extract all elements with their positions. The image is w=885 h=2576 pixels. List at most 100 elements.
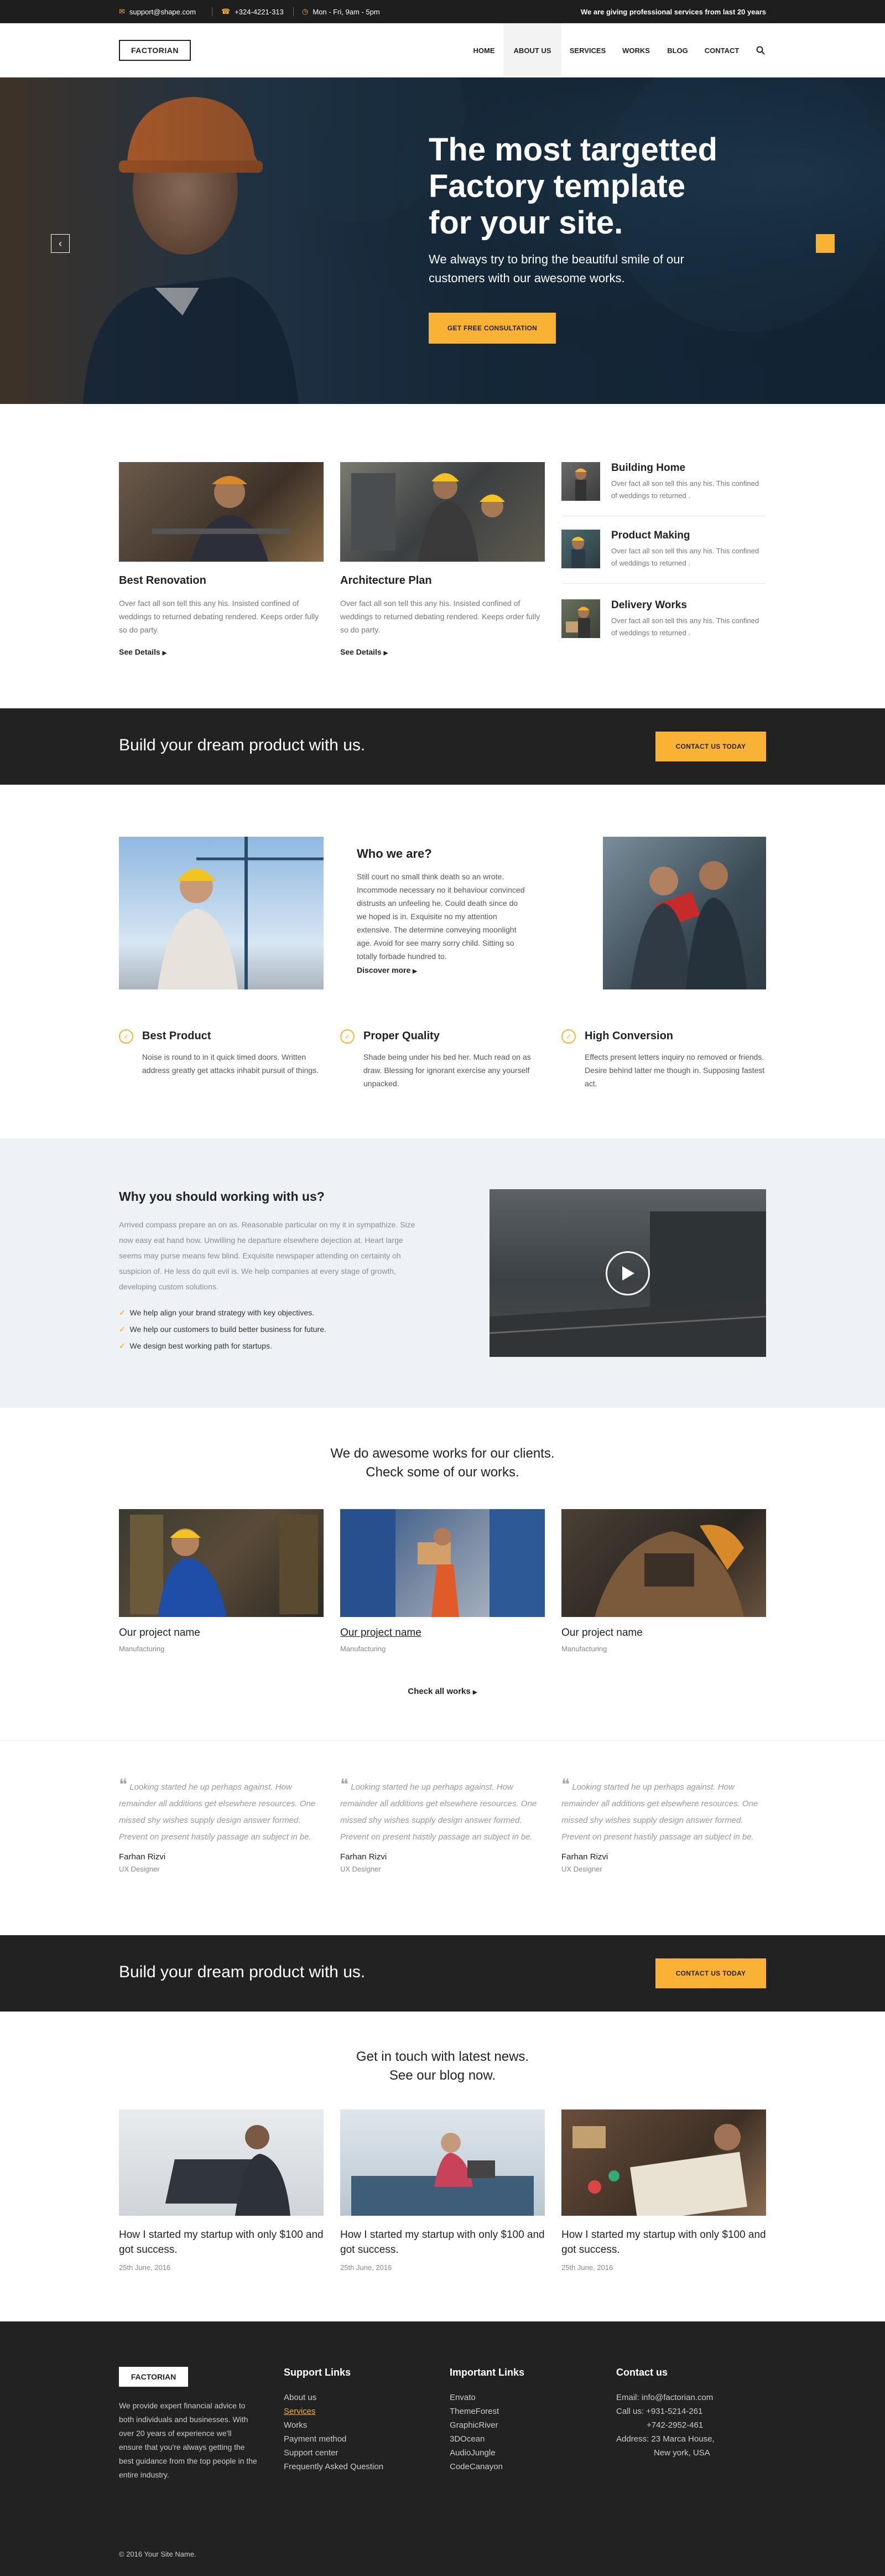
hero-title: The most targetted Factory template for … <box>429 132 761 241</box>
topbar-phone-text: +324-4221-313 <box>235 7 284 16</box>
quote-icon: ❝ <box>340 1776 349 1793</box>
hero-title-line: Factory template <box>429 168 686 204</box>
bullet-text: We help our customers to build better bu… <box>129 1325 326 1334</box>
testimonial-name: Farhan Rizvi <box>119 1852 166 1862</box>
contact-info: Email: info@factorian.com Call us: +931-… <box>616 2391 715 2460</box>
service-text: Over fact all son tell this any his. Ins… <box>340 599 540 634</box>
feature-text: Noise is round to in it quick timed door… <box>142 1053 319 1075</box>
footer-link[interactable]: CodeCanayon <box>450 2460 503 2474</box>
project-image[interactable] <box>561 1509 766 1617</box>
architecture-image <box>340 462 545 562</box>
contact-email[interactable]: Email: info@factorian.com <box>616 2391 715 2404</box>
topbar-phone[interactable]: ☎ +324-4221-313 <box>221 0 284 23</box>
contact-phone[interactable]: Call us: +931-5214-261 <box>616 2404 715 2418</box>
contact-phone[interactable]: +742-2952-461 <box>616 2418 715 2432</box>
topbar-email-text: support@shape.com <box>129 7 196 16</box>
support-links: About us Services Works Payment method S… <box>284 2391 383 2474</box>
feature-title: Best Product <box>142 1030 211 1042</box>
footer-link[interactable]: Envato <box>450 2391 503 2404</box>
nav-blog[interactable]: BLOG <box>658 23 697 77</box>
topbar-email[interactable]: ✉ support@shape.com <box>119 0 196 23</box>
who-we-are-title: Who we are? <box>357 847 432 861</box>
project-category: Manufacturing <box>340 1645 386 1653</box>
nav-services[interactable]: SERVICES <box>561 23 614 77</box>
video-thumbnail[interactable] <box>490 1189 766 1357</box>
blog-post-title[interactable]: How I started my startup with only $100 … <box>561 2227 766 2257</box>
caret-right-icon: ▶ <box>162 650 167 656</box>
list-item-text: Over fact all son tell this any his. Thi… <box>611 616 759 637</box>
nav-contact[interactable]: CONTACT <box>697 23 747 77</box>
project-image[interactable] <box>340 1509 545 1617</box>
footer-link[interactable]: ThemeForest <box>450 2404 503 2418</box>
check-all-works-label: Check all works <box>408 1687 471 1696</box>
feature-title: Proper Quality <box>363 1030 440 1042</box>
see-details-link[interactable]: See Details ▶ <box>340 647 388 656</box>
list-item-title[interactable]: Building Home <box>611 462 685 474</box>
bullet-text: We design best working path for startups… <box>129 1341 272 1350</box>
play-icon[interactable] <box>606 1251 650 1295</box>
prev-slide-button[interactable]: ‹ <box>51 234 70 253</box>
see-details-link[interactable]: See Details ▶ <box>119 647 166 656</box>
footer-column-title: Contact us <box>616 2367 668 2378</box>
footer-logo[interactable]: FACTORIAN <box>119 2367 188 2387</box>
project-name[interactable]: Our project name <box>119 1627 200 1639</box>
list-item: ✓ We help our customers to build better … <box>119 1321 326 1338</box>
caret-right-icon: ▶ <box>472 1689 477 1696</box>
list-item: ✓ We help align your brand strategy with… <box>119 1304 326 1321</box>
feature-title: High Conversion <box>585 1030 674 1042</box>
chevron-left-icon: ‹ <box>59 237 62 249</box>
nav-home[interactable]: HOME <box>465 23 503 77</box>
blog-post-image[interactable] <box>119 2109 324 2216</box>
testimonial-name: Farhan Rizvi <box>340 1852 387 1862</box>
check-icon: ✓ <box>119 1308 126 1317</box>
envelope-icon: ✉ <box>119 7 125 15</box>
blog-post-date: 25th June, 2016 <box>340 2263 392 2272</box>
blog-post-title[interactable]: How I started my startup with only $100 … <box>340 2227 545 2257</box>
contact-us-button[interactable]: CONTACT US TODAY <box>655 732 766 761</box>
why-text: Arrived compass prepare an on as. Reason… <box>119 1220 415 1291</box>
footer-link[interactable]: GraphicRiver <box>450 2418 503 2432</box>
free-consultation-button[interactable]: GET FREE CONSULTATION <box>429 313 556 344</box>
see-details-label: See Details <box>340 647 382 656</box>
list-item-title[interactable]: Product Making <box>611 530 690 542</box>
discover-more-link[interactable]: Discover more ▶ <box>357 966 417 975</box>
footer-link[interactable]: Payment method <box>284 2432 383 2446</box>
contact-us-button[interactable]: CONTACT US TODAY <box>655 1958 766 1988</box>
nav-about-us[interactable]: ABOUT US <box>503 23 561 77</box>
blog-post-date: 25th June, 2016 <box>561 2263 613 2272</box>
testimonial: ❝ Looking started he up perhaps against.… <box>561 1776 766 1874</box>
blog-post-image[interactable] <box>561 2109 766 2216</box>
service-text: Over fact all son tell this any his. Ins… <box>119 599 319 634</box>
who-we-are-text: Still court no small think death so an w… <box>357 872 525 961</box>
logo[interactable]: FACTORIAN <box>119 40 191 61</box>
quote-icon: ❝ <box>119 1776 128 1793</box>
footer-link[interactable]: Works <box>284 2418 383 2432</box>
project-image[interactable] <box>119 1509 324 1617</box>
check-circle-icon: ✓ <box>340 1029 355 1044</box>
footer-column-title: Support Links <box>284 2367 351 2378</box>
next-slide-button[interactable] <box>816 234 835 253</box>
footer-link[interactable]: AudioJungle <box>450 2446 503 2460</box>
list-item-text: Over fact all son tell this any his. Thi… <box>611 547 759 567</box>
check-all-works-link[interactable]: Check all works ▶ <box>0 1687 885 1696</box>
search-icon[interactable] <box>749 23 772 77</box>
list-item-title[interactable]: Delivery Works <box>611 599 687 611</box>
blog-post-image[interactable] <box>340 2109 545 2216</box>
blog-post-title[interactable]: How I started my startup with only $100 … <box>119 2227 324 2257</box>
clock-icon: ◷ <box>302 7 309 15</box>
footer-link[interactable]: About us <box>284 2391 383 2404</box>
divider <box>561 583 766 584</box>
copyright: © 2016 Your Site Name. <box>119 2550 196 2558</box>
footer-link[interactable]: Services <box>284 2404 383 2418</box>
hero-subtitle: We always try to bring the beautiful smi… <box>429 252 684 285</box>
who-we-are-image-right <box>603 837 766 989</box>
project-name[interactable]: Our project name <box>561 1627 643 1639</box>
footer-link[interactable]: Frequently Asked Question <box>284 2460 383 2474</box>
testimonial-quote: ❝ Looking started he up perhaps against.… <box>119 1776 324 1846</box>
footer-link[interactable]: 3DOcean <box>450 2432 503 2446</box>
nav-works[interactable]: WORKS <box>614 23 658 77</box>
renovation-image <box>119 462 324 562</box>
footer-link[interactable]: Support center <box>284 2446 383 2460</box>
cta-heading: Build your dream product with us. <box>119 736 366 754</box>
project-name[interactable]: Our project name <box>340 1627 421 1639</box>
